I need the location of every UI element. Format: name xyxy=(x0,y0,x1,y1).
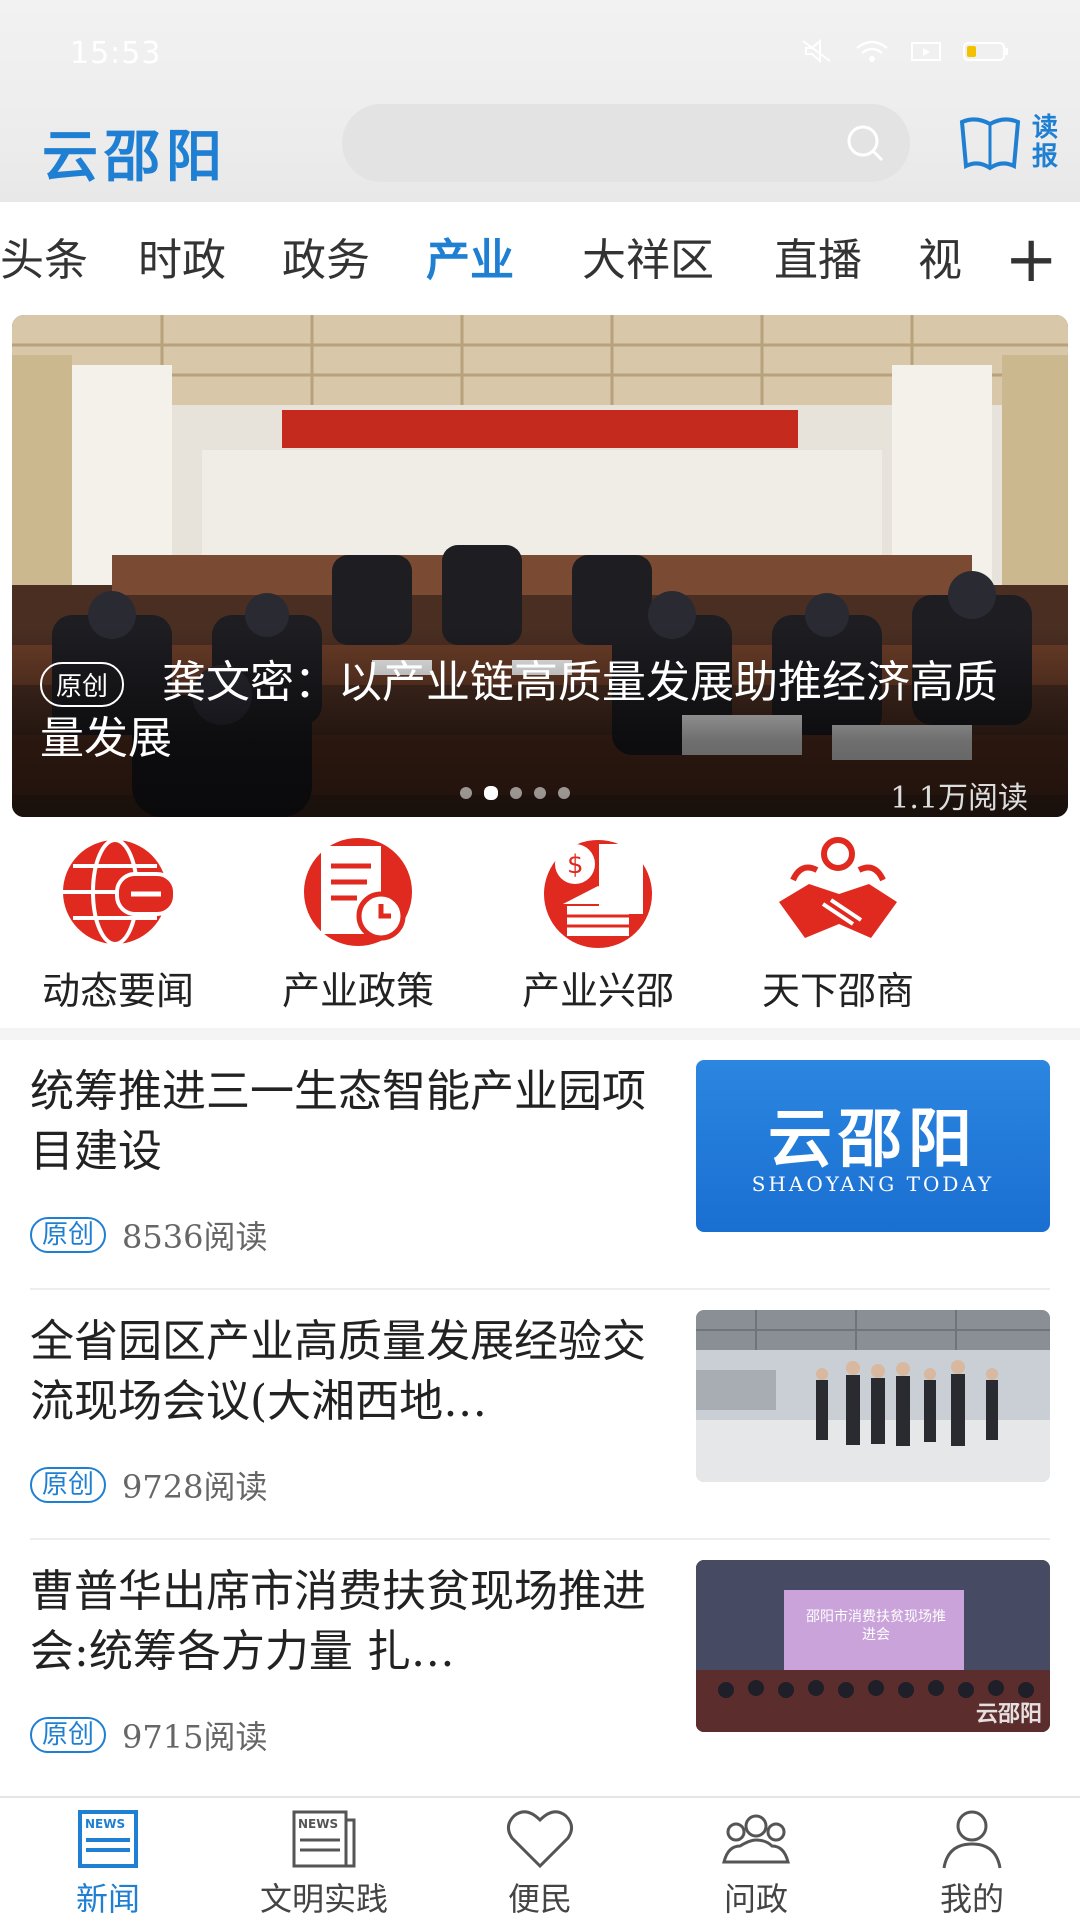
svg-text:$: $ xyxy=(567,850,584,880)
read-paper-label: 读报 xyxy=(1032,113,1059,172)
heart-icon xyxy=(507,1810,573,1869)
original-tag: 原创 xyxy=(30,1467,107,1503)
nav-convenience[interactable]: 便民 xyxy=(450,1806,630,1920)
people-group-icon xyxy=(722,1814,790,1864)
banner-read-count: 1.1万阅读 xyxy=(890,781,1028,816)
screen-icon xyxy=(911,42,941,61)
news-item[interactable]: 全省园区产业高质量发展经验交流现场会议(大湘西地… 原创 9728阅读 xyxy=(0,1290,1080,1540)
news-thumbnail[interactable] xyxy=(696,1310,1050,1482)
svg-text:NEWS: NEWS xyxy=(298,1817,338,1831)
news-thumbnail[interactable]: 云邵阳 SHAOYANG TODAY xyxy=(696,1060,1050,1232)
nav-label: 新闻 xyxy=(75,1880,140,1918)
category-label: 动态要闻 xyxy=(41,969,194,1013)
category-merchants[interactable]: 天下邵商 xyxy=(738,832,938,1015)
news-icon: NEWS xyxy=(78,1810,138,1868)
tab-live[interactable]: 直播 xyxy=(774,224,862,288)
handshake-icon xyxy=(779,837,897,938)
category-label: 产业兴邵 xyxy=(521,969,674,1013)
status-time: 15:53 xyxy=(70,36,162,71)
thumb-logo: 云邵阳 xyxy=(768,1103,978,1177)
nav-news[interactable]: NEWS 新闻 xyxy=(18,1806,198,1920)
bottom-navigation: NEWS 新闻 NEWS 文明实践 便民 问政 我的 xyxy=(0,1796,1080,1922)
tab-government[interactable]: 政务 xyxy=(282,224,370,288)
section-divider xyxy=(0,1028,1080,1040)
category-label: 天下邵商 xyxy=(761,969,914,1013)
news-item[interactable]: 曹普华出席市消费扶贫现场推进会:统筹各方力量 扎… 原创 9715阅读 邵阳市消… xyxy=(0,1540,1080,1790)
read-count: 9715阅读 xyxy=(122,1718,268,1756)
news-meta: 原创 9728阅读 xyxy=(30,1462,267,1508)
carousel-dot[interactable] xyxy=(460,787,472,799)
original-tag: 原创 xyxy=(30,1217,107,1253)
news-meta: 原创 9715阅读 xyxy=(30,1712,267,1758)
search-bar[interactable] xyxy=(342,104,910,182)
carousel-dot[interactable] xyxy=(534,787,546,799)
news-paper-icon: NEWS xyxy=(292,1810,356,1868)
read-paper-button[interactable]: 读报 xyxy=(958,112,1068,176)
news-meta: 原创 8536阅读 xyxy=(30,1212,267,1258)
person-icon xyxy=(942,1810,1002,1869)
nav-label: 便民 xyxy=(507,1880,572,1918)
status-icons xyxy=(800,38,1010,64)
tab-video[interactable]: 视 xyxy=(918,224,962,288)
nav-label: 问政 xyxy=(723,1880,788,1918)
tab-headline[interactable]: 头条 xyxy=(0,224,88,288)
globe-chat-icon xyxy=(63,838,177,946)
search-icon[interactable] xyxy=(844,122,886,164)
category-news[interactable]: 动态要闻 xyxy=(18,832,218,1015)
carousel-dots xyxy=(460,786,570,800)
news-title[interactable]: 全省园区产业高质量发展经验交流现场会议(大湘西地… xyxy=(30,1312,670,1432)
tab-politics[interactable]: 时政 xyxy=(138,224,226,288)
news-title[interactable]: 曹普华出席市消费扶贫现场推进会:统筹各方力量 扎… xyxy=(30,1562,670,1682)
thumb-watermark: 云邵阳 xyxy=(975,1702,1042,1727)
news-title[interactable]: 统筹推进三一生态智能产业园项目建设 xyxy=(30,1062,670,1182)
nav-profile[interactable]: 我的 xyxy=(882,1806,1062,1920)
carousel-dot[interactable] xyxy=(558,787,570,799)
mute-icon xyxy=(802,38,831,64)
original-tag: 原创 xyxy=(30,1717,107,1753)
category-grid: 动态要闻 产业政策 $ 产业兴邵 天下邵商 xyxy=(0,822,1080,1022)
news-thumbnail[interactable]: 邵阳市消费扶贫现场推进会 云邵阳 xyxy=(696,1560,1050,1732)
banner-carousel[interactable]: 原创 龚文密：以产业链高质量发展助推经济高质量发展 1.1万阅读 xyxy=(12,315,1068,817)
money-building-icon: $ xyxy=(544,840,652,948)
tab-daxiang[interactable]: 大祥区 xyxy=(582,224,714,288)
category-label: 产业政策 xyxy=(281,969,434,1013)
nav-inquiry[interactable]: 问政 xyxy=(666,1806,846,1920)
book-icon xyxy=(959,117,1021,171)
nav-civilization[interactable]: NEWS 文明实践 xyxy=(234,1806,414,1920)
app-header: 15:53 云邵阳 读报 xyxy=(0,0,1080,202)
banner-title[interactable]: 龚文密：以产业链高质量发展助推经济高质量发展 xyxy=(40,655,1040,767)
news-item[interactable]: 统筹推进三一生态智能产业园项目建设 原创 8536阅读 云邵阳 SHAOYANG… xyxy=(0,1040,1080,1290)
read-count: 9728阅读 xyxy=(122,1468,268,1506)
read-count: 8536阅读 xyxy=(122,1218,268,1256)
thumb-photo xyxy=(696,1310,1050,1482)
carousel-dot-active[interactable] xyxy=(484,786,498,800)
app-logo[interactable]: 云邵阳 xyxy=(42,112,228,193)
category-policy[interactable]: 产业政策 xyxy=(258,832,458,1015)
tab-industry[interactable]: 产业 xyxy=(426,224,514,288)
nav-label: 文明实践 xyxy=(259,1880,388,1918)
svg-text:NEWS: NEWS xyxy=(85,1817,125,1831)
add-channel-button[interactable]: + xyxy=(1004,228,1058,292)
nav-label: 我的 xyxy=(939,1880,1004,1918)
battery-icon xyxy=(963,42,1008,61)
thumb-subtitle: SHAOYANG TODAY xyxy=(751,1172,995,1196)
carousel-dot[interactable] xyxy=(510,787,522,799)
wifi-icon xyxy=(856,40,888,62)
category-industry[interactable]: $ 产业兴邵 xyxy=(498,832,698,1015)
policy-document-icon xyxy=(304,838,412,946)
thumb-sign: 邵阳市消费扶贫现场推进会 xyxy=(806,1609,946,1643)
